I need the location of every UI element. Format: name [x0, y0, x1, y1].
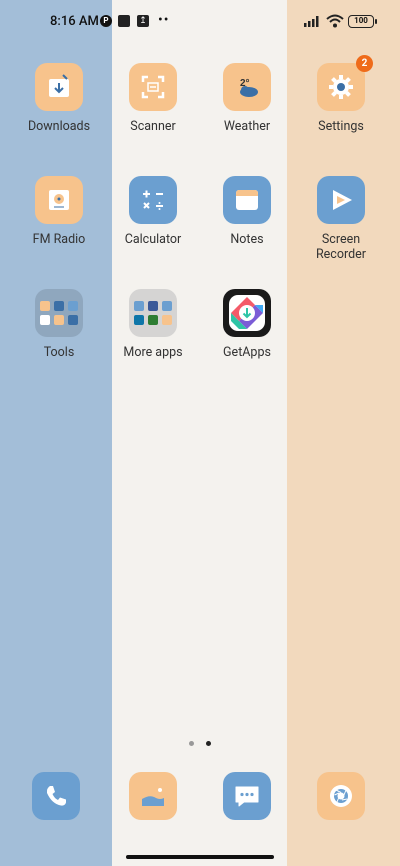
radio-icon [35, 176, 83, 224]
app-label: Weather [223, 119, 271, 134]
getapps-icon [223, 289, 271, 337]
page-indicator [0, 731, 400, 750]
wifi-icon [326, 14, 344, 28]
folder-tools[interactable]: Tools [11, 289, 107, 360]
calculator-icon [129, 176, 177, 224]
scanner-icon [129, 63, 177, 111]
dock-messages[interactable] [223, 772, 271, 820]
status-time: 8:16 AM [50, 14, 99, 29]
more-notifications-icon: •• [158, 12, 170, 28]
app-downloads[interactable]: Downloads [11, 63, 107, 134]
gear-icon: 2 [317, 55, 373, 111]
app-scanner[interactable]: Scanner [105, 63, 201, 134]
notification-badge: 2 [356, 55, 373, 72]
app-screen-recorder[interactable]: Screen Recorder [293, 176, 389, 262]
app-fm-radio[interactable]: FM Radio [11, 176, 107, 247]
page-dot [189, 741, 195, 746]
app-label: Notes [230, 232, 264, 247]
app-label: FM Radio [32, 232, 86, 247]
signal-icon [304, 16, 319, 27]
screen-recorder-icon [317, 176, 365, 224]
page-dot-active [205, 741, 211, 746]
folder-icon [35, 289, 83, 337]
folder-icon [129, 289, 177, 337]
upload-notification-icon: ↥ [137, 15, 149, 27]
dock-camera[interactable] [317, 772, 365, 820]
weather-icon: 2° [223, 63, 271, 111]
app-label: More apps [123, 345, 183, 360]
app-label: Downloads [27, 119, 91, 134]
camera-icon [330, 785, 352, 807]
app-label: Scanner [130, 119, 176, 134]
dock-gallery[interactable] [129, 772, 177, 820]
status-bar: 8:16 AM P ↥ •• 100 [0, 0, 400, 44]
home-gesture-bar[interactable] [126, 855, 274, 859]
folder-more-apps[interactable]: More apps [105, 289, 201, 360]
gallery-icon [142, 786, 164, 806]
square-notification-icon [118, 15, 130, 27]
dock-phone[interactable] [32, 772, 80, 820]
app-settings[interactable]: 2 Settings [293, 55, 389, 134]
downloads-icon [35, 63, 83, 111]
app-getapps[interactable]: GetApps [199, 289, 295, 360]
app-label: GetApps [223, 345, 271, 360]
app-label: Calculator [124, 232, 182, 247]
notes-icon [223, 176, 271, 224]
app-label: Screen Recorder [315, 232, 367, 262]
p-notification-icon: P [100, 15, 112, 27]
app-label: Tools [43, 345, 75, 360]
battery-icon: 100 [348, 15, 377, 28]
messages-icon [235, 786, 259, 807]
phone-icon [46, 786, 66, 806]
app-weather[interactable]: 2° Weather [199, 63, 295, 134]
app-notes[interactable]: Notes [199, 176, 295, 247]
app-label: Settings [318, 119, 364, 134]
app-calculator[interactable]: Calculator [105, 176, 201, 247]
